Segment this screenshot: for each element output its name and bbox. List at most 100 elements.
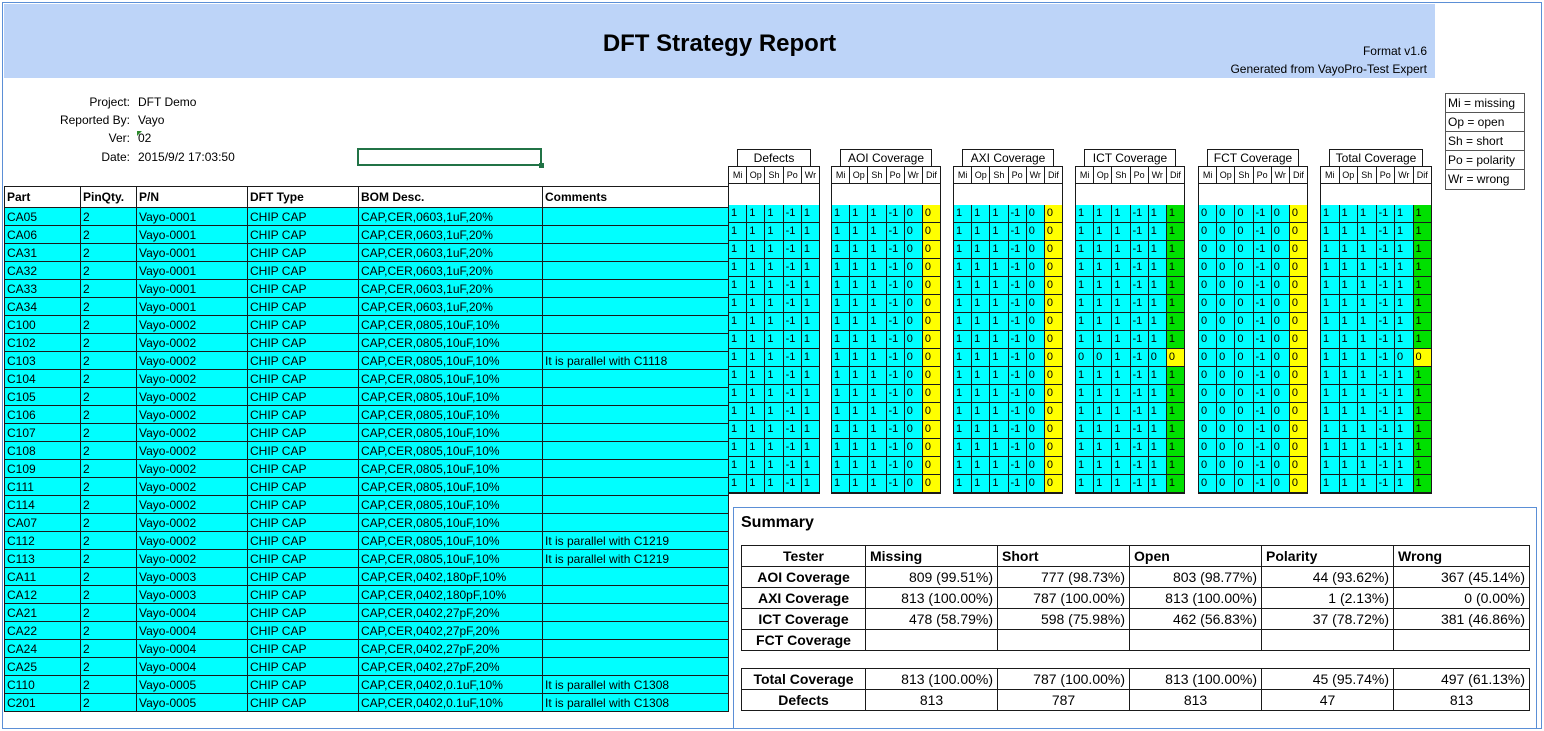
coverage-cell[interactable]: 0 bbox=[1217, 295, 1236, 312]
coverage-cell[interactable]: 1 bbox=[1358, 331, 1377, 348]
cell-part[interactable]: C105 bbox=[4, 387, 81, 406]
coverage-cell[interactable]: 0 bbox=[1235, 241, 1254, 258]
parts-row[interactable]: C109 2 Vayo-0002 CHIP CAP CAP,CER,0805,10uF,… bbox=[4, 459, 729, 478]
coverage-cell[interactable]: -1 bbox=[1376, 475, 1395, 492]
coverage-cell[interactable]: 0 bbox=[1026, 367, 1045, 384]
coverage-cell[interactable]: 1 bbox=[868, 439, 887, 456]
coverage-cell[interactable]: 0 bbox=[1235, 457, 1254, 474]
coverage-cell[interactable]: 0 bbox=[1044, 295, 1063, 312]
cell-pinqty[interactable]: 2 bbox=[80, 675, 137, 694]
parts-row[interactable]: C107 2 Vayo-0002 CHIP CAP CAP,CER,0805,10uF,… bbox=[4, 423, 729, 442]
coverage-cell[interactable]: 1 bbox=[972, 205, 991, 222]
coverage-cell[interactable]: 0 bbox=[1217, 385, 1236, 402]
coverage-cell[interactable]: -1 bbox=[783, 439, 802, 456]
cell-comments[interactable] bbox=[542, 495, 729, 514]
coverage-cell[interactable]: 1 bbox=[1148, 367, 1167, 384]
coverage-row[interactable]: 1 1 1 -1 1 bbox=[729, 205, 820, 223]
cell-dft-type[interactable]: CHIP CAP bbox=[247, 441, 359, 460]
coverage-cell[interactable]: 1 bbox=[954, 367, 973, 384]
coverage-cell[interactable]: 1 bbox=[1358, 259, 1377, 276]
coverage-row[interactable]: 0 0 0 -1 0 0 bbox=[1199, 331, 1308, 349]
coverage-cell[interactable]: 1 bbox=[1321, 259, 1340, 276]
cell-dft-type[interactable]: CHIP CAP bbox=[247, 567, 359, 586]
coverage-cell[interactable]: 1 bbox=[850, 205, 869, 222]
coverage-cell[interactable]: 1 bbox=[1148, 385, 1167, 402]
coverage-row[interactable]: 1 1 1 -1 0 0 bbox=[954, 349, 1063, 367]
coverage-cell[interactable]: 1 bbox=[850, 223, 869, 240]
coverage-cell[interactable]: 0 bbox=[1271, 457, 1290, 474]
coverage-cell[interactable]: 0 bbox=[1289, 403, 1308, 420]
coverage-cell[interactable]: 0 bbox=[922, 457, 941, 474]
coverage-cell[interactable]: 1 bbox=[1321, 475, 1340, 492]
coverage-cell[interactable]: 0 bbox=[922, 421, 941, 438]
coverage-cell[interactable]: 1 bbox=[729, 205, 748, 222]
cell-part[interactable]: CA11 bbox=[4, 567, 81, 586]
coverage-cell[interactable]: 0 bbox=[1289, 367, 1308, 384]
coverage-cell[interactable]: 1 bbox=[868, 205, 887, 222]
cell-pinqty[interactable]: 2 bbox=[80, 261, 137, 280]
coverage-cell[interactable]: 0 bbox=[1217, 349, 1236, 366]
coverage-cell[interactable]: 0 bbox=[1026, 295, 1045, 312]
cell-pn[interactable]: Vayo-0003 bbox=[136, 585, 248, 604]
coverage-cell[interactable]: 1 bbox=[1094, 331, 1113, 348]
coverage-cell[interactable]: -1 bbox=[1253, 295, 1272, 312]
cell-part[interactable]: CA31 bbox=[4, 243, 81, 262]
coverage-row[interactable]: 1 1 1 -1 0 0 bbox=[954, 223, 1063, 241]
cell-pinqty[interactable]: 2 bbox=[80, 315, 137, 334]
coverage-cell[interactable]: 1 bbox=[747, 475, 766, 492]
cell-part[interactable]: CA07 bbox=[4, 513, 81, 532]
coverage-cell[interactable]: 1 bbox=[868, 403, 887, 420]
coverage-cell[interactable]: -1 bbox=[1253, 385, 1272, 402]
coverage-row[interactable]: 1 1 1 -1 1 1 bbox=[1321, 313, 1431, 331]
coverage-cell[interactable]: 1 bbox=[1321, 421, 1340, 438]
coverage-cell[interactable]: 0 bbox=[904, 205, 923, 222]
coverage-row[interactable]: 1 1 1 -1 0 0 bbox=[832, 331, 941, 349]
coverage-cell[interactable]: 1 bbox=[729, 295, 748, 312]
coverage-row[interactable]: 1 1 1 -1 0 0 bbox=[832, 439, 941, 457]
coverage-cell[interactable]: 1 bbox=[868, 367, 887, 384]
coverage-cell[interactable]: 0 bbox=[1271, 475, 1290, 492]
coverage-cell[interactable]: 0 bbox=[1199, 277, 1218, 294]
coverage-cell[interactable]: 1 bbox=[1395, 421, 1414, 438]
coverage-row[interactable]: 1 1 1 -1 1 bbox=[729, 385, 820, 403]
coverage-cell[interactable]: 0 bbox=[1026, 241, 1045, 258]
cell-pinqty[interactable]: 2 bbox=[80, 657, 137, 676]
coverage-cell[interactable]: 1 bbox=[1413, 367, 1431, 384]
coverage-cell[interactable]: 1 bbox=[1166, 205, 1185, 222]
coverage-cell[interactable]: 1 bbox=[832, 205, 851, 222]
coverage-cell[interactable]: 1 bbox=[990, 367, 1009, 384]
coverage-cell[interactable]: 0 bbox=[1199, 259, 1218, 276]
coverage-cell[interactable]: -1 bbox=[1376, 403, 1395, 420]
coverage-cell[interactable]: 1 bbox=[1148, 313, 1167, 330]
coverage-cell[interactable]: -1 bbox=[886, 295, 905, 312]
cell-bom-desc[interactable]: CAP,CER,0805,10uF,10% bbox=[358, 369, 543, 388]
coverage-cell[interactable]: 1 bbox=[972, 385, 991, 402]
coverage-cell[interactable]: 0 bbox=[1199, 421, 1218, 438]
coverage-cell[interactable]: -1 bbox=[783, 367, 802, 384]
coverage-cell[interactable]: 1 bbox=[1166, 457, 1185, 474]
coverage-cell[interactable]: 1 bbox=[954, 439, 973, 456]
active-cell-selection[interactable] bbox=[357, 148, 544, 168]
coverage-cell[interactable]: 1 bbox=[954, 457, 973, 474]
cell-dft-type[interactable]: CHIP CAP bbox=[247, 297, 359, 316]
coverage-row[interactable]: 1 1 1 -1 1 bbox=[729, 277, 820, 295]
coverage-cell[interactable]: -1 bbox=[1130, 313, 1149, 330]
coverage-row[interactable]: 0 0 0 -1 0 0 bbox=[1199, 277, 1308, 295]
coverage-cell[interactable]: 0 bbox=[1235, 385, 1254, 402]
coverage-cell[interactable]: 1 bbox=[1112, 277, 1131, 294]
coverage-cell[interactable]: 1 bbox=[1339, 205, 1358, 222]
coverage-cell[interactable]: -1 bbox=[1130, 457, 1149, 474]
coverage-cell[interactable]: -1 bbox=[1253, 331, 1272, 348]
cell-dft-type[interactable]: CHIP CAP bbox=[247, 603, 359, 622]
coverage-cell[interactable]: 1 bbox=[954, 385, 973, 402]
coverage-cell[interactable]: 1 bbox=[1094, 259, 1113, 276]
coverage-cell[interactable]: 1 bbox=[868, 277, 887, 294]
coverage-cell[interactable]: 0 bbox=[922, 331, 941, 348]
cell-bom-desc[interactable]: CAP,CER,0603,1uF,20% bbox=[358, 207, 543, 226]
coverage-cell[interactable]: 1 bbox=[1076, 313, 1095, 330]
coverage-cell[interactable]: 1 bbox=[729, 367, 748, 384]
coverage-cell[interactable]: 1 bbox=[1076, 331, 1095, 348]
cell-part[interactable]: C104 bbox=[4, 369, 81, 388]
coverage-cell[interactable]: 1 bbox=[1413, 277, 1431, 294]
coverage-cell[interactable]: 0 bbox=[1199, 295, 1218, 312]
